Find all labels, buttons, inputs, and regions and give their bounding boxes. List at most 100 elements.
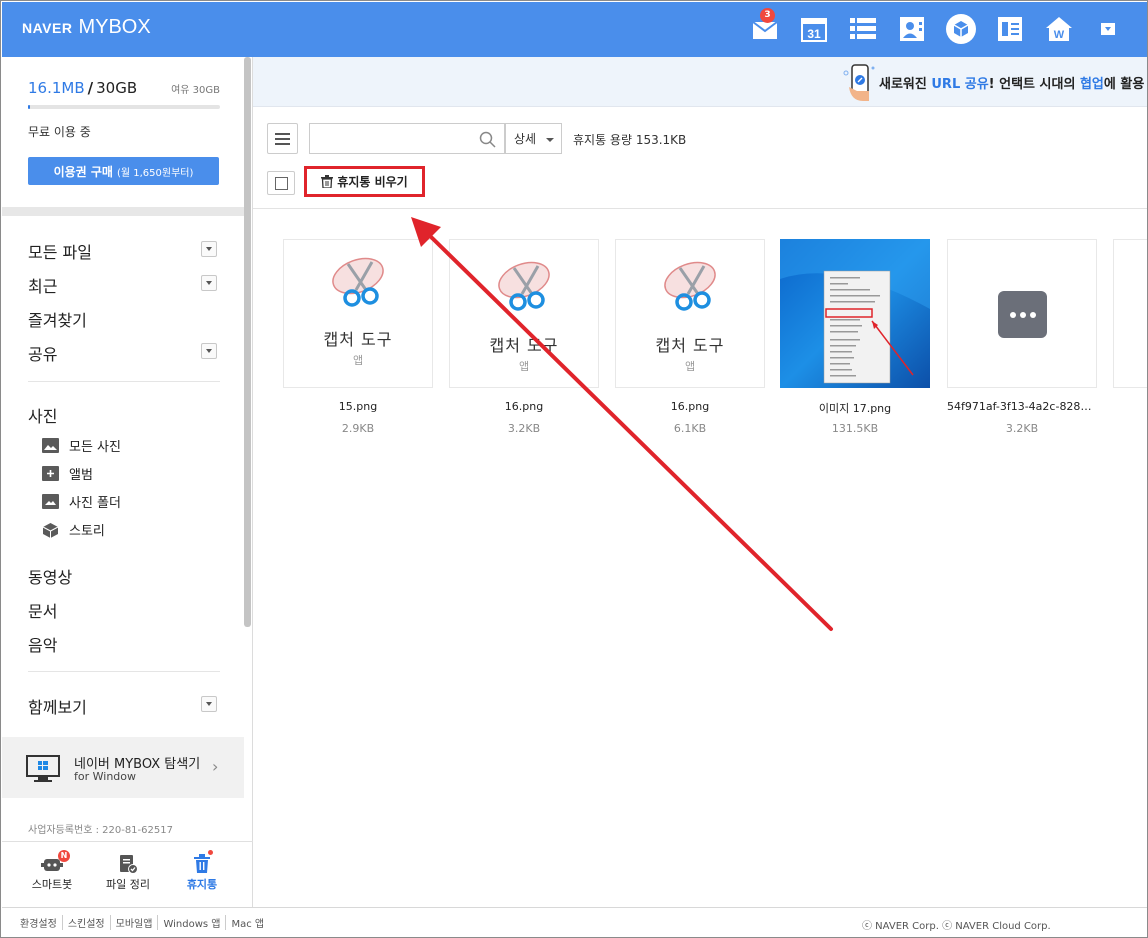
empty-trash-label: 휴지통 비우기 bbox=[337, 175, 408, 189]
nav-all-photos[interactable]: 모든 사진 bbox=[42, 436, 121, 455]
divider bbox=[28, 671, 220, 672]
sidebar-scrollbar[interactable] bbox=[244, 57, 251, 627]
window: NAVER MYBOX 3 31 W 16.1MB / 30GB 여유 30GB… bbox=[0, 0, 1148, 938]
trash-button[interactable]: 휴지통 bbox=[162, 850, 242, 892]
file-name[interactable]: 16.png bbox=[449, 400, 599, 413]
more-dropdown-icon[interactable] bbox=[1083, 14, 1132, 44]
album-icon bbox=[42, 466, 59, 481]
notification-dot bbox=[208, 850, 213, 855]
app-kind: 앱 bbox=[352, 354, 364, 367]
nav-all-files[interactable]: 모든 파일 bbox=[28, 239, 92, 263]
chevron-right-icon: › bbox=[212, 757, 219, 776]
file-size: 3.2KB bbox=[1005, 422, 1039, 435]
new-badge: N bbox=[58, 850, 70, 862]
file-thumbnail[interactable] bbox=[1113, 239, 1147, 388]
nav-shared[interactable]: 공유 bbox=[28, 341, 57, 365]
select-all-checkbox[interactable] bbox=[267, 171, 295, 195]
svg-text:W: W bbox=[1053, 29, 1064, 41]
svg-text:31: 31 bbox=[807, 27, 821, 41]
nav-album-label: 앨범 bbox=[69, 468, 93, 483]
search-icon[interactable] bbox=[479, 131, 496, 152]
explorer-promo[interactable]: 네이버 MYBOX 탐색기 for Window › bbox=[2, 737, 244, 798]
nav-documents[interactable]: 문서 bbox=[28, 598, 57, 622]
file-cleanup-button[interactable]: 파일 정리 bbox=[88, 852, 168, 892]
nav-favorites[interactable]: 즐겨찾기 bbox=[28, 307, 87, 331]
footer-link-windows[interactable]: Windows 앱 bbox=[158, 915, 227, 930]
home-icon[interactable]: W bbox=[1034, 14, 1083, 44]
nav-music[interactable]: 음악 bbox=[28, 632, 57, 656]
footer-link-settings[interactable]: 환경설정 bbox=[20, 915, 63, 930]
folder-icon bbox=[42, 494, 59, 509]
calendar-icon[interactable]: 31 bbox=[789, 14, 838, 44]
mail-icon[interactable]: 3 bbox=[740, 8, 789, 44]
snipping-tool-icon bbox=[498, 261, 550, 311]
file-size: 3.2KB bbox=[507, 422, 541, 435]
chevron-down-icon[interactable] bbox=[201, 275, 217, 291]
file-thumbnail[interactable] bbox=[780, 239, 930, 388]
file-thumbnail[interactable]: 캡처 도구 앱 bbox=[615, 239, 765, 388]
menu-toggle-button[interactable] bbox=[267, 123, 298, 154]
nav-together[interactable]: 함께보기 bbox=[28, 694, 87, 718]
nav-album[interactable]: 앨범 bbox=[42, 464, 93, 483]
chevron-down-icon[interactable] bbox=[201, 343, 217, 359]
nav-photos[interactable]: 사진 bbox=[28, 403, 57, 427]
brand-mybox: MYBOX bbox=[78, 16, 151, 38]
file-size: 131.5KB bbox=[831, 422, 879, 435]
memo-icon[interactable] bbox=[985, 14, 1034, 44]
nav-all-photos-label: 모든 사진 bbox=[69, 440, 121, 455]
mybox-logo[interactable]: NAVER MYBOX bbox=[22, 16, 151, 39]
trash-label: 휴지통 bbox=[186, 878, 218, 891]
buy-plan-sub: (월 1,650원부터) bbox=[116, 167, 194, 179]
contacts-icon[interactable] bbox=[887, 14, 936, 44]
footer-link-mac[interactable]: Mac 앱 bbox=[226, 915, 269, 930]
phone-share-icon bbox=[843, 63, 877, 107]
mybox-cube-icon[interactable] bbox=[936, 14, 985, 44]
app-kind: 앱 bbox=[518, 360, 530, 373]
business-number: 사업자등록번호 : 220-81-62517 bbox=[28, 825, 173, 836]
file-name[interactable]: 16.png bbox=[615, 400, 765, 413]
free-storage: 여유 30GB bbox=[171, 85, 220, 96]
file-name[interactable]: 54f971af-3f13-4a2c-828e… bbox=[947, 400, 1097, 413]
file-thumbnail[interactable]: 캡처 도구 앱 bbox=[283, 239, 433, 388]
list-icon[interactable] bbox=[838, 14, 887, 44]
file-check-icon bbox=[120, 855, 138, 874]
app-kind: 앱 bbox=[684, 360, 696, 373]
nav-videos[interactable]: 동영상 bbox=[28, 564, 72, 588]
sidebar: 16.1MB / 30GB 여유 30GB 무료 이용 중 이용권 구매 (월 … bbox=[2, 57, 253, 907]
file-thumbnail[interactable] bbox=[947, 239, 1097, 388]
explorer-subtitle: for Window bbox=[74, 770, 136, 783]
footer-link-mobile[interactable]: 모바일앱 bbox=[111, 915, 159, 930]
banner-text: 새로워진 URL 공유! 언택트 시대의 협업에 활용 bbox=[879, 77, 1145, 92]
promo-banner[interactable]: 새로워진 URL 공유! 언택트 시대의 협업에 활용 bbox=[253, 57, 1147, 107]
snipping-tool-icon bbox=[664, 261, 716, 311]
storage-usage: 16.1MB / 30GB 여유 30GB bbox=[28, 79, 220, 109]
app-name: 캡처 도구 bbox=[489, 336, 559, 355]
footer-link-skin[interactable]: 스킨설정 bbox=[63, 915, 111, 930]
brand-naver: NAVER bbox=[22, 20, 73, 36]
section-separator bbox=[2, 207, 244, 216]
search-input[interactable] bbox=[310, 124, 470, 153]
nav-photo-folder-label: 사진 폴더 bbox=[69, 496, 121, 511]
chevron-down-icon[interactable] bbox=[201, 696, 217, 712]
cube-icon bbox=[42, 522, 59, 538]
divider bbox=[2, 841, 253, 842]
smartbot-label: 스마트봇 bbox=[31, 878, 73, 891]
copyright: ⓒ NAVER Corp. ⓒ NAVER Cloud Corp. bbox=[862, 921, 1051, 932]
buy-plan-button[interactable]: 이용권 구매 (월 1,650원부터) bbox=[28, 157, 219, 185]
empty-trash-button[interactable]: 휴지통 비우기 bbox=[304, 166, 425, 197]
file-size: 6.1KB bbox=[673, 422, 707, 435]
monitor-windows-icon bbox=[26, 755, 60, 787]
file-thumbnail[interactable]: 캡처 도구 앱 bbox=[449, 239, 599, 388]
detail-search-dropdown[interactable]: 상세 bbox=[505, 123, 562, 154]
image-preview bbox=[780, 239, 930, 388]
nav-story[interactable]: 스토리 bbox=[42, 520, 105, 539]
nav-photo-folder[interactable]: 사진 폴더 bbox=[42, 492, 121, 511]
nav-recent[interactable]: 최근 bbox=[28, 273, 57, 297]
file-name[interactable]: 15.png bbox=[283, 400, 433, 413]
smartbot-button[interactable]: N 스마트봇 bbox=[12, 850, 92, 892]
file-size: 2.9KB bbox=[341, 422, 375, 435]
more-file-icon bbox=[998, 291, 1047, 338]
file-name[interactable]: 이미지 17.png bbox=[780, 400, 930, 416]
chevron-down-icon[interactable] bbox=[201, 241, 217, 257]
footer: 환경설정 스킨설정 모바일앱 Windows 앱 Mac 앱 ⓒ NAVER C… bbox=[2, 907, 1147, 937]
